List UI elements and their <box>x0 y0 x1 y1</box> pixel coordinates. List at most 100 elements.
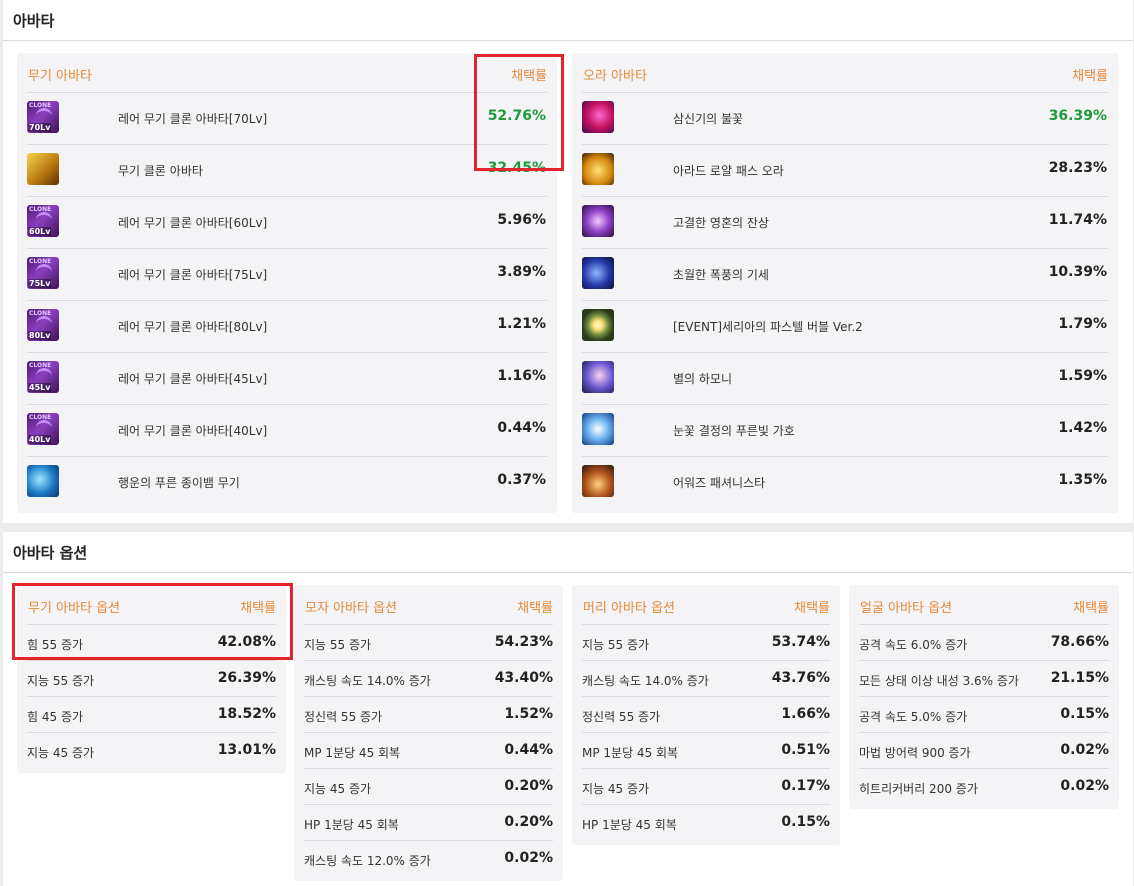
adoption-rate: 32.45% <box>487 160 546 176</box>
avatar-name: 레어 무기 클론 아바타[45Lv] <box>118 372 268 386</box>
option-name: MP 1분당 45 회복 <box>582 746 679 760</box>
rate-column-header[interactable]: 채택률 <box>1073 597 1109 616</box>
weapon-avatar-row[interactable]: 무기 클론 아바타 32.45% <box>27 145 547 197</box>
aura-avatar-row[interactable]: 어워즈 패셔니스타 1.35% <box>582 457 1108 509</box>
panel-header: 무기 아바타 채택률 <box>27 53 547 93</box>
option-row[interactable]: 히트리커버리 200 증가 0.02% <box>859 769 1109 805</box>
option-row[interactable]: 지능 55 증가 26.39% <box>27 661 276 697</box>
avatar-name: 눈꽃 결정의 푸른빛 가호 <box>673 424 795 438</box>
adoption-rate: 0.44% <box>504 742 553 758</box>
section-title-avatar: 아바타 <box>13 12 55 30</box>
weapon-avatar-row[interactable]: CLONE 80Lv 레어 무기 클론 아바타[80Lv] 1.21% <box>27 301 547 353</box>
rate-column-header[interactable]: 채택률 <box>1072 65 1108 84</box>
option-row[interactable]: 캐스팅 속도 14.0% 증가 43.76% <box>582 661 830 697</box>
section-divider <box>3 572 1133 573</box>
weapon-avatar-panel: 무기 아바타 채택률 CLONE 70Lv 레어 무기 클론 아바타[70Lv] 52… <box>17 53 557 513</box>
avatar-section: 아바타 무기 아바타 채택률 CLONE 70Lv 레어 무기 클론 아바타[70L… <box>3 0 1133 523</box>
option-name: 정신력 55 증가 <box>582 710 661 724</box>
aura-avatar-row[interactable]: [EVENT]세리아의 파스텔 버블 Ver.2 1.79% <box>582 301 1108 353</box>
option-row[interactable]: 지능 45 증가 0.20% <box>304 769 553 805</box>
rate-column-header[interactable]: 채택률 <box>511 65 547 84</box>
adoption-rate: 43.40% <box>494 670 553 686</box>
rate-column-header[interactable]: 채택률 <box>517 597 553 616</box>
adoption-rate: 0.15% <box>1060 706 1109 722</box>
option-row[interactable]: 정신력 55 증가 1.66% <box>582 697 830 733</box>
aura-avatar-row[interactable]: 아라드 로얄 패스 오라 28.23% <box>582 145 1108 197</box>
purple-soul-aura-icon <box>582 205 614 237</box>
option-row[interactable]: 지능 55 증가 54.23% <box>304 625 553 661</box>
option-row[interactable]: 힘 55 증가 42.08% <box>27 625 276 661</box>
star-harmony-aura-icon <box>582 361 614 393</box>
option-name: 힘 45 증가 <box>27 710 84 724</box>
adoption-rate: 21.15% <box>1050 670 1109 686</box>
weapon-avatar-option-panel: 무기 아바타 옵션 채택률힘 55 증가 42.08% 지능 55 증가 26.39% 힘… <box>17 585 286 773</box>
adoption-rate: 11.74% <box>1048 212 1107 228</box>
avatar-options-section: 아바타 옵션 무기 아바타 옵션 채택률힘 55 증가 42.08% 지능 55 증가… <box>3 532 1133 886</box>
panel-header: 얼굴 아바타 옵션 채택률 <box>859 585 1109 625</box>
rate-column-header[interactable]: 채택률 <box>240 597 276 616</box>
option-row[interactable]: 정신력 55 증가 1.52% <box>304 697 553 733</box>
avatar-name: 어워즈 패셔니스타 <box>673 476 766 490</box>
avatar-name: 아라드 로얄 패스 오라 <box>673 164 784 178</box>
clone-45lv-icon: CLONE 45Lv <box>27 361 59 393</box>
option-row[interactable]: MP 1분당 45 회복 0.44% <box>304 733 553 769</box>
adoption-rate: 53.74% <box>771 634 830 650</box>
adoption-rate: 3.89% <box>497 264 546 280</box>
adoption-rate: 26.39% <box>217 670 276 686</box>
option-row[interactable]: MP 1분당 45 회복 0.51% <box>582 733 830 769</box>
option-name: HP 1분당 45 회복 <box>304 818 399 832</box>
option-row[interactable]: 지능 55 증가 53.74% <box>582 625 830 661</box>
weapon-avatar-row[interactable]: CLONE 40Lv 레어 무기 클론 아바타[40Lv] 0.44% <box>27 405 547 457</box>
hair-avatar-option-panel: 머리 아바타 옵션 채택률 지능 55 증가 53.74% 캐스팅 속도 14.0% 증… <box>572 585 840 845</box>
avatar-name: 무기 클론 아바타 <box>118 164 203 178</box>
section-title-avatar-options: 아바타 옵션 <box>13 544 88 562</box>
option-name: 지능 55 증가 <box>304 638 372 652</box>
adoption-rate: 36.39% <box>1048 108 1107 124</box>
aura-avatar-row[interactable]: 초월한 폭풍의 기세 10.39% <box>582 249 1108 301</box>
option-row[interactable]: HP 1분당 45 회복 0.20% <box>304 805 553 841</box>
option-row[interactable]: 캐스팅 속도 12.0% 증가 0.02% <box>304 841 553 877</box>
adoption-rate: 28.23% <box>1048 160 1107 176</box>
option-row[interactable]: 지능 45 증가 0.17% <box>582 769 830 805</box>
panel-title: 무기 아바타 옵션 <box>28 601 120 616</box>
option-row[interactable]: 캐스팅 속도 14.0% 증가 43.40% <box>304 661 553 697</box>
adoption-rate: 78.66% <box>1050 634 1109 650</box>
aura-avatar-row[interactable]: 눈꽃 결정의 푸른빛 가호 1.42% <box>582 405 1108 457</box>
rate-column-header[interactable]: 채택률 <box>794 597 830 616</box>
option-row[interactable]: 마법 방어력 900 증가 0.02% <box>859 733 1109 769</box>
option-row[interactable]: HP 1분당 45 회복 0.15% <box>582 805 830 841</box>
aura-avatar-row[interactable]: 고결한 영혼의 잔상 11.74% <box>582 197 1108 249</box>
option-name: 캐스팅 속도 14.0% 증가 <box>304 674 431 688</box>
aura-avatar-row[interactable]: 별의 하모니 1.59% <box>582 353 1108 405</box>
awards-fashionista-aura-icon <box>582 465 614 497</box>
adoption-rate: 1.42% <box>1058 420 1107 436</box>
option-name: 공격 속도 6.0% 증가 <box>859 638 968 652</box>
adoption-rate: 0.44% <box>497 420 546 436</box>
adoption-rate: 10.39% <box>1048 264 1107 280</box>
aura-avatar-row[interactable]: 삼신기의 불꽃 36.39% <box>582 93 1108 145</box>
panel-title: 오라 아바타 <box>583 69 647 84</box>
panel-header: 무기 아바타 옵션 채택률 <box>27 585 276 625</box>
option-row[interactable]: 힘 45 증가 18.52% <box>27 697 276 733</box>
option-row[interactable]: 공격 속도 5.0% 증가 0.15% <box>859 697 1109 733</box>
hat-avatar-option-panel: 모자 아바타 옵션 채택률 지능 55 증가 54.23% 캐스팅 속도 14.0% 증… <box>294 585 563 881</box>
option-name: 지능 55 증가 <box>27 674 95 688</box>
weapon-avatar-row[interactable]: CLONE 60Lv 레어 무기 클론 아바타[60Lv] 5.96% <box>27 197 547 249</box>
adoption-rate: 0.02% <box>1060 778 1109 794</box>
option-name: 힘 55 증가 <box>27 638 84 652</box>
weapon-avatar-row[interactable]: CLONE 45Lv 레어 무기 클론 아바타[45Lv] 1.16% <box>27 353 547 405</box>
weapon-avatar-row[interactable]: CLONE 70Lv 레어 무기 클론 아바타[70Lv] 52.76% <box>27 93 547 145</box>
avatar-name: 삼신기의 불꽃 <box>673 112 744 126</box>
adoption-rate: 42.08% <box>217 634 276 650</box>
option-name: 캐스팅 속도 12.0% 증가 <box>304 854 431 868</box>
option-row[interactable]: 지능 45 증가 13.01% <box>27 733 276 769</box>
option-row[interactable]: 공격 속도 6.0% 증가 78.66% <box>859 625 1109 661</box>
weapon-avatar-row[interactable]: CLONE 75Lv 레어 무기 클론 아바타[75Lv] 3.89% <box>27 249 547 301</box>
option-name: 정신력 55 증가 <box>304 710 383 724</box>
option-row[interactable]: 모든 상태 이상 내성 3.6% 증가 21.15% <box>859 661 1109 697</box>
avatar-name: 레어 무기 클론 아바타[80Lv] <box>118 320 268 334</box>
adoption-rate: 0.02% <box>1060 742 1109 758</box>
panel-header: 모자 아바타 옵션 채택률 <box>304 585 553 625</box>
weapon-avatar-row[interactable]: 행운의 푸른 종이뱀 무기 0.37% <box>27 457 547 509</box>
avatar-name: 레어 무기 클론 아바타[70Lv] <box>118 112 268 126</box>
